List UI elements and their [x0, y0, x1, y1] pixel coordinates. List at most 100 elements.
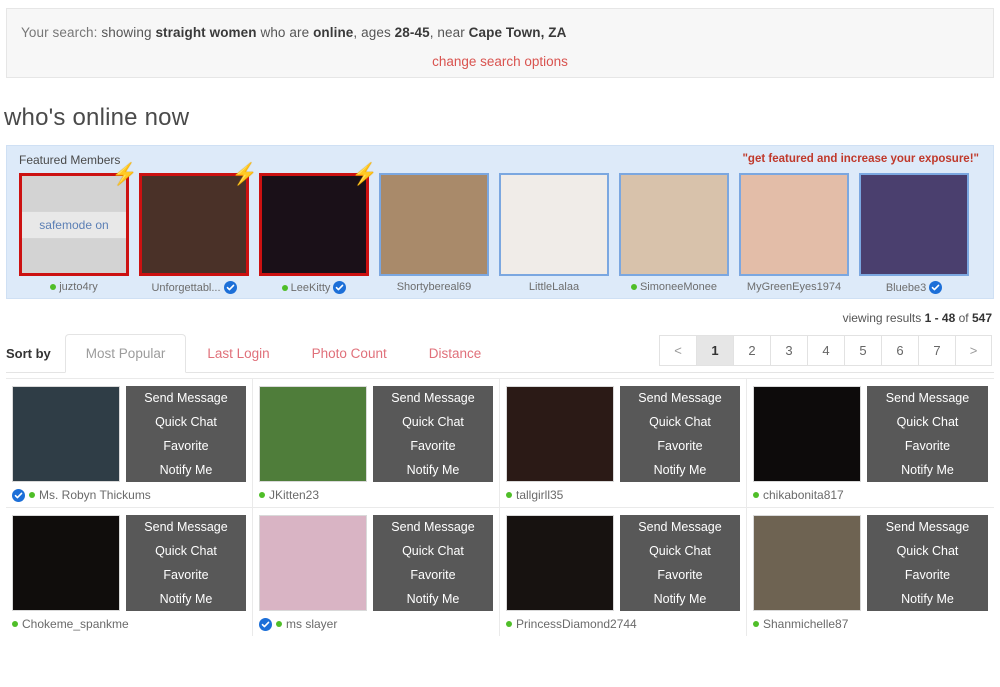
- featured-member-photo[interactable]: [859, 173, 969, 276]
- pagination-next-button[interactable]: >: [955, 335, 992, 366]
- featured-member-tile[interactable]: Shortybereal69: [379, 173, 489, 294]
- results-row: Send Message Quick Chat Favorite Notify Me M…: [6, 378, 994, 507]
- featured-member-photo[interactable]: safemode on: [19, 173, 129, 276]
- featured-member-name[interactable]: Bluebe3: [886, 282, 926, 294]
- action-notify-me-button[interactable]: Notify Me: [620, 587, 740, 611]
- action-favorite-button[interactable]: Favorite: [373, 563, 493, 587]
- featured-member-photo[interactable]: [739, 173, 849, 276]
- action-send-message-button[interactable]: Send Message: [867, 386, 988, 410]
- action-send-message-button[interactable]: Send Message: [126, 386, 246, 410]
- member-name[interactable]: Ms. Robyn Thickums: [39, 488, 151, 502]
- pagination-page-6[interactable]: 6: [881, 335, 918, 366]
- member-name[interactable]: tallgirll35: [516, 488, 563, 502]
- pagination-page-1[interactable]: 1: [696, 335, 733, 366]
- featured-member-name[interactable]: Shortybereal69: [397, 281, 472, 293]
- member-photo[interactable]: [753, 386, 861, 482]
- sort-tab-photo-count[interactable]: Photo Count: [291, 334, 408, 373]
- pagination-page-7[interactable]: 7: [918, 335, 955, 366]
- change-search-options-link[interactable]: change search options: [432, 54, 568, 69]
- featured-member-photo[interactable]: [379, 173, 489, 276]
- featured-member-photo[interactable]: [139, 173, 249, 276]
- member-name[interactable]: PrincessDiamond2744: [516, 617, 637, 631]
- action-send-message-button[interactable]: Send Message: [620, 386, 740, 410]
- member-card[interactable]: Send Message Quick Chat Favorite Notify Me m…: [253, 508, 500, 636]
- action-quick-chat-button[interactable]: Quick Chat: [373, 539, 493, 563]
- member-name[interactable]: chikabonita817: [763, 488, 844, 502]
- featured-members-panel: Featured Members "get featured and incre…: [6, 145, 994, 299]
- action-favorite-button[interactable]: Favorite: [620, 563, 740, 587]
- sort-tab-most-popular[interactable]: Most Popular: [64, 334, 187, 373]
- member-name[interactable]: JKitten23: [269, 488, 319, 502]
- action-notify-me-button[interactable]: Notify Me: [126, 458, 246, 482]
- action-notify-me-button[interactable]: Notify Me: [126, 587, 246, 611]
- action-notify-me-button[interactable]: Notify Me: [373, 587, 493, 611]
- action-send-message-button[interactable]: Send Message: [867, 515, 988, 539]
- action-favorite-button[interactable]: Favorite: [867, 434, 988, 458]
- featured-member-photo[interactable]: [619, 173, 729, 276]
- featured-member-tile[interactable]: LittleLalaa: [499, 173, 609, 294]
- member-card[interactable]: Send Message Quick Chat Favorite Notify Me C…: [6, 508, 253, 636]
- action-quick-chat-button[interactable]: Quick Chat: [620, 539, 740, 563]
- action-notify-me-button[interactable]: Notify Me: [620, 458, 740, 482]
- featured-member-name[interactable]: Unforgettabl...: [151, 282, 220, 294]
- member-photo[interactable]: [259, 515, 367, 611]
- member-photo[interactable]: [506, 515, 614, 611]
- action-notify-me-button[interactable]: Notify Me: [867, 458, 988, 482]
- action-favorite-button[interactable]: Favorite: [373, 434, 493, 458]
- action-send-message-button[interactable]: Send Message: [620, 515, 740, 539]
- pagination-page-5[interactable]: 5: [844, 335, 881, 366]
- featured-member-tile[interactable]: Bluebe3: [859, 173, 969, 294]
- featured-member-name[interactable]: LittleLalaa: [529, 281, 579, 293]
- pagination-page-2[interactable]: 2: [733, 335, 770, 366]
- featured-member-tile[interactable]: ⚡ LeeKitty: [259, 164, 378, 294]
- action-send-message-button[interactable]: Send Message: [373, 386, 493, 410]
- member-card[interactable]: Send Message Quick Chat Favorite Notify Me t…: [500, 379, 747, 507]
- member-photo[interactable]: [753, 515, 861, 611]
- pagination-page-3[interactable]: 3: [770, 335, 807, 366]
- featured-member-name[interactable]: juzto4ry: [59, 281, 98, 293]
- member-photo[interactable]: [259, 386, 367, 482]
- member-name[interactable]: ms slayer: [286, 617, 337, 631]
- member-photo[interactable]: [12, 386, 120, 482]
- featured-member-photo[interactable]: [499, 173, 609, 276]
- action-quick-chat-button[interactable]: Quick Chat: [867, 410, 988, 434]
- featured-member-caption: Unforgettabl...: [139, 281, 249, 294]
- action-send-message-button[interactable]: Send Message: [126, 515, 246, 539]
- action-favorite-button[interactable]: Favorite: [620, 434, 740, 458]
- action-favorite-button[interactable]: Favorite: [867, 563, 988, 587]
- featured-member-name[interactable]: LeeKitty: [291, 282, 331, 294]
- featured-member-tile[interactable]: MyGreenEyes1974: [739, 173, 849, 294]
- member-photo[interactable]: [12, 515, 120, 611]
- action-quick-chat-button[interactable]: Quick Chat: [126, 539, 246, 563]
- featured-member-tile[interactable]: SimoneeMonee: [619, 173, 729, 294]
- member-card[interactable]: Send Message Quick Chat Favorite Notify Me M…: [6, 379, 253, 507]
- action-quick-chat-button[interactable]: Quick Chat: [373, 410, 493, 434]
- featured-member-name[interactable]: SimoneeMonee: [640, 281, 717, 293]
- member-card[interactable]: Send Message Quick Chat Favorite Notify Me J…: [253, 379, 500, 507]
- pagination-page-4[interactable]: 4: [807, 335, 844, 366]
- featured-member-name[interactable]: MyGreenEyes1974: [747, 281, 841, 293]
- member-card[interactable]: Send Message Quick Chat Favorite Notify Me P…: [500, 508, 747, 636]
- action-quick-chat-button[interactable]: Quick Chat: [126, 410, 246, 434]
- results-prefix: viewing results: [842, 311, 925, 325]
- results-grid: Send Message Quick Chat Favorite Notify Me M…: [6, 378, 994, 636]
- member-name[interactable]: Chokeme_spankme: [22, 617, 129, 631]
- action-favorite-button[interactable]: Favorite: [126, 563, 246, 587]
- featured-member-tile[interactable]: safemode on ⚡ juzto4ry: [19, 164, 138, 294]
- sort-tab-distance[interactable]: Distance: [408, 334, 503, 373]
- member-name[interactable]: Shanmichelle87: [763, 617, 848, 631]
- featured-member-tile[interactable]: ⚡ Unforgettabl...: [139, 164, 258, 294]
- member-photo[interactable]: [506, 386, 614, 482]
- action-quick-chat-button[interactable]: Quick Chat: [867, 539, 988, 563]
- pagination-prev-button[interactable]: <: [659, 335, 696, 366]
- search-location: Cape Town, ZA: [468, 25, 567, 40]
- featured-member-photo[interactable]: [259, 173, 369, 276]
- action-favorite-button[interactable]: Favorite: [126, 434, 246, 458]
- action-notify-me-button[interactable]: Notify Me: [867, 587, 988, 611]
- member-card[interactable]: Send Message Quick Chat Favorite Notify Me c…: [747, 379, 994, 507]
- sort-tab-last-login[interactable]: Last Login: [186, 334, 290, 373]
- member-card[interactable]: Send Message Quick Chat Favorite Notify Me S…: [747, 508, 994, 636]
- action-send-message-button[interactable]: Send Message: [373, 515, 493, 539]
- action-quick-chat-button[interactable]: Quick Chat: [620, 410, 740, 434]
- action-notify-me-button[interactable]: Notify Me: [373, 458, 493, 482]
